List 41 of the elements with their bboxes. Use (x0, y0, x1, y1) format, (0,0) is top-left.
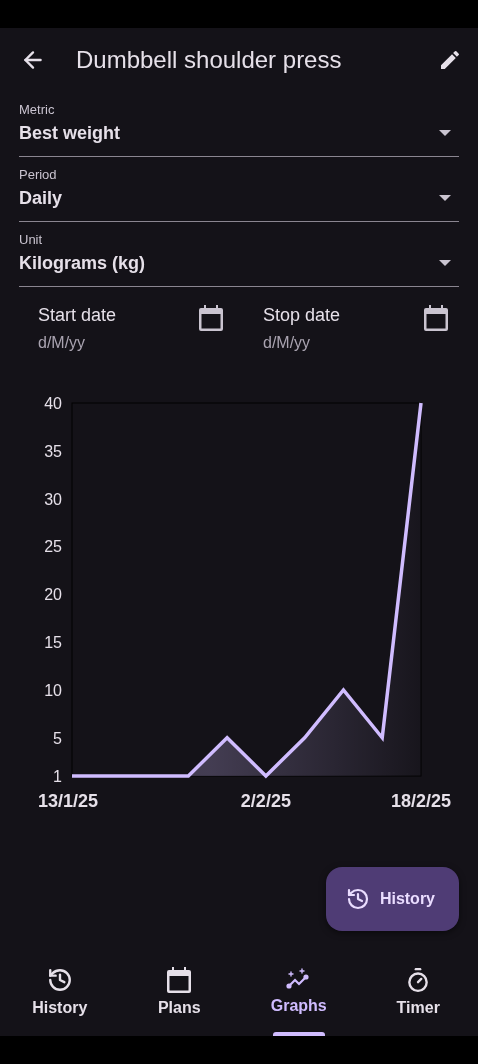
y-tick-label: 40 (44, 395, 62, 412)
nav-tab[interactable]: Plans (119, 955, 239, 1036)
field-label: Metric (19, 102, 56, 117)
dropdown-field[interactable]: Metric Best weight (19, 92, 459, 157)
y-tick-label: 1 (53, 768, 62, 785)
x-tick-label: 13/1/25 (38, 791, 99, 811)
dropdown-field[interactable]: Period Daily (19, 157, 459, 222)
field-label: Unit (19, 232, 44, 247)
y-tick-label: 5 (53, 729, 62, 747)
field-value: Kilograms (kg) (19, 253, 147, 274)
nav-tab[interactable]: Graphs (239, 955, 359, 1036)
history-icon (345, 887, 370, 911)
calendar-icon[interactable] (424, 305, 448, 331)
field-value: Best weight (19, 123, 121, 144)
calendar-icon[interactable] (199, 305, 223, 331)
y-tick-label: 25 (44, 538, 62, 556)
dropdown-field[interactable]: Unit Kilograms (kg) (19, 222, 459, 287)
calendar-icon (167, 967, 192, 993)
date-placeholder[interactable]: d/M/yy (38, 334, 117, 352)
sparkle-graph-icon (285, 967, 312, 991)
date-placeholder[interactable]: d/M/yy (263, 334, 341, 352)
field-label: Period (19, 167, 58, 182)
date-label: Stop date (263, 305, 341, 326)
nav-tab[interactable]: History (0, 955, 120, 1036)
edit-icon[interactable] (438, 48, 462, 72)
y-tick-label: 20 (44, 586, 62, 604)
y-tick-label: 30 (44, 490, 62, 508)
nav-tab[interactable]: Timer (358, 955, 478, 1036)
y-tick-label: 35 (44, 442, 62, 460)
page-title: Dumbbell shoulder press (76, 46, 343, 74)
history-icon (46, 967, 73, 993)
y-tick-label: 15 (44, 634, 62, 652)
date-label: Start date (38, 305, 117, 326)
field-value: Daily (19, 188, 64, 209)
history-fab[interactable]: History (325, 867, 459, 931)
y-tick-label: 10 (44, 681, 62, 699)
x-tick-label: 2/2/25 (240, 791, 291, 811)
x-tick-label: 18/2/25 (390, 791, 452, 811)
dropdown-caret-icon (439, 260, 451, 266)
dropdown-caret-icon (439, 130, 451, 136)
dropdown-caret-icon (439, 195, 451, 201)
